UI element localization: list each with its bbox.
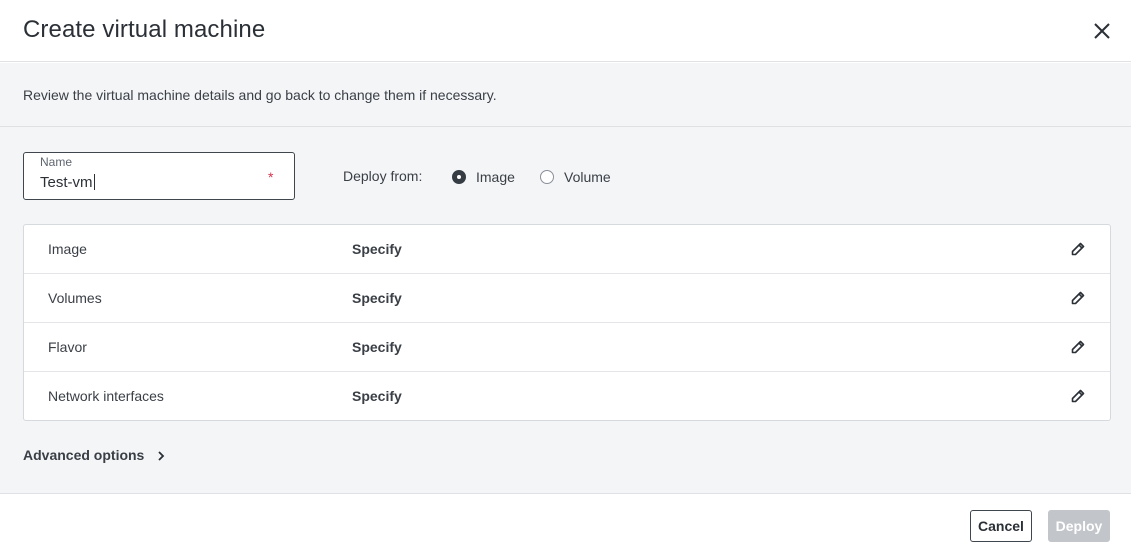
dialog-footer: Cancel Deploy: [0, 493, 1131, 555]
deploy-from-label: Deploy from:: [343, 168, 423, 184]
dialog-body: Review the virtual machine details and g…: [0, 63, 1131, 493]
row-value: Specify: [352, 339, 402, 355]
close-icon[interactable]: [1091, 20, 1113, 42]
advanced-options-label: Advanced options: [23, 447, 145, 463]
subtitle-bar: Review the virtual machine details and g…: [0, 63, 1131, 127]
summary-row-image: Image Specify: [24, 225, 1110, 274]
name-field-label: Name: [40, 155, 73, 169]
text-caret: [93, 174, 95, 190]
radio-unchecked-icon: [540, 170, 554, 184]
name-field[interactable]: Name Test-vm *: [23, 152, 295, 200]
pencil-icon[interactable]: [1070, 241, 1086, 257]
row-value: Specify: [352, 290, 402, 306]
dialog-title: Create virtual machine: [23, 16, 266, 43]
summary-table: Image Specify Volumes Specify Flavor Spe…: [23, 224, 1111, 421]
row-label: Volumes: [48, 290, 102, 306]
radio-checked-icon: [452, 170, 466, 184]
pencil-icon[interactable]: [1070, 290, 1086, 306]
row-label: Network interfaces: [48, 388, 164, 404]
summary-row-flavor: Flavor Specify: [24, 323, 1110, 372]
name-field-value[interactable]: Test-vm: [40, 174, 95, 191]
dialog-header: Create virtual machine: [0, 0, 1131, 62]
pencil-icon[interactable]: [1070, 339, 1086, 355]
radio-image-label: Image: [476, 169, 515, 185]
required-marker: *: [268, 169, 274, 185]
row-label: Image: [48, 241, 87, 257]
summary-row-volumes: Volumes Specify: [24, 274, 1110, 323]
row-value: Specify: [352, 388, 402, 404]
name-value-text: Test-vm: [40, 174, 93, 191]
summary-row-network-interfaces: Network interfaces Specify: [24, 372, 1110, 421]
row-value: Specify: [352, 241, 402, 257]
pencil-icon[interactable]: [1070, 388, 1086, 404]
row-label: Flavor: [48, 339, 87, 355]
radio-volume-label: Volume: [564, 169, 611, 185]
radio-deploy-image[interactable]: Image: [452, 168, 515, 186]
radio-deploy-volume[interactable]: Volume: [540, 168, 611, 186]
dialog-subtitle: Review the virtual machine details and g…: [23, 87, 497, 103]
advanced-options-toggle[interactable]: Advanced options: [23, 447, 166, 463]
cancel-button[interactable]: Cancel: [970, 510, 1032, 542]
chevron-right-icon: [156, 449, 166, 461]
deploy-button[interactable]: Deploy: [1048, 510, 1110, 542]
